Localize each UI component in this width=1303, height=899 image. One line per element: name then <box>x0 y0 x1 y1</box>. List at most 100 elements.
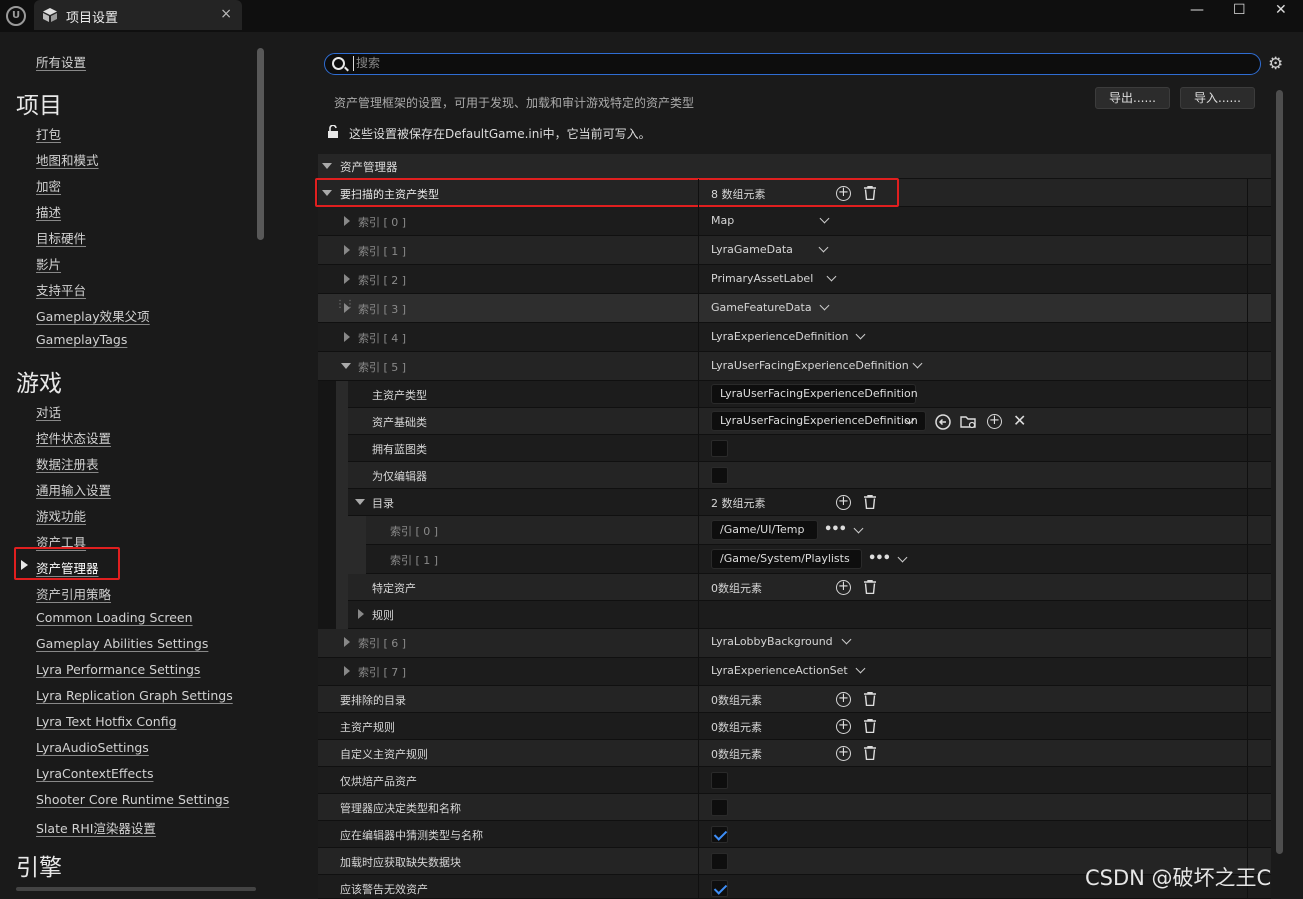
sidebar-item-description[interactable]: 描述 <box>36 202 61 221</box>
expand-arrow-icon[interactable] <box>344 216 350 226</box>
guess-in-editor-checkbox[interactable] <box>711 826 728 843</box>
fetch-missing-checkbox[interactable] <box>711 853 728 870</box>
expand-arrow-icon[interactable] <box>344 274 350 284</box>
sidebar-item-gameplay-abilities[interactable]: Gameplay Abilities Settings <box>36 636 208 651</box>
add-element-icon[interactable]: + <box>836 719 851 734</box>
row-has-blueprint-classes <box>348 435 1271 462</box>
cook-only-checkbox[interactable] <box>711 772 728 789</box>
sidebar-item-lyra-performance[interactable]: Lyra Performance Settings <box>36 662 200 677</box>
section-heading-game: 游戏 <box>16 371 62 397</box>
dir-path-field[interactable]: /Game/UI/Temp <box>711 520 818 540</box>
index-value[interactable]: LyraGameData <box>711 243 793 256</box>
primary-type-field[interactable]: LyraUserFacingExperienceDefinition <box>711 384 918 404</box>
asset-rules-label: 主资产规则 <box>340 721 395 734</box>
maximize-icon[interactable]: ☐ <box>1233 2 1246 18</box>
clear-icon[interactable]: ✕ <box>1013 411 1026 430</box>
sidebar-item-common-input[interactable]: 通用输入设置 <box>36 480 111 499</box>
expand-arrow-icon[interactable] <box>344 303 350 313</box>
sidebar-item-gameplay-tags[interactable]: GameplayTags <box>36 332 127 347</box>
sidebar-item-widget-state[interactable]: 控件状态设置 <box>36 428 111 447</box>
more-options-icon[interactable]: ••• <box>824 522 847 537</box>
sidebar-item-lyra-audio[interactable]: LyraAudioSettings <box>36 740 149 755</box>
row-primary-asset-rules <box>318 713 1271 740</box>
sidebar-item-slate-rhi[interactable]: Slate RHI渲染器设置 <box>36 818 156 837</box>
index-value[interactable]: LyraUserFacingExperienceDefinition <box>711 359 909 372</box>
tab-project-settings[interactable]: 项目设置 × <box>34 0 242 30</box>
index-value[interactable]: LyraLobbyBackground <box>711 635 833 648</box>
expand-arrow-icon[interactable] <box>344 637 350 647</box>
sidebar-item-crypto[interactable]: 加密 <box>36 176 61 195</box>
index-value[interactable]: GameFeatureData <box>711 301 812 314</box>
add-element-icon[interactable]: + <box>836 495 851 510</box>
trash-icon[interactable] <box>864 692 876 706</box>
sidebar-item-lyra-text-hotfix[interactable]: Lyra Text Hotfix Config <box>36 714 177 729</box>
index-value[interactable]: PrimaryAssetLabel <box>711 272 813 285</box>
category-asset-manager[interactable] <box>318 154 1271 179</box>
collapse-arrow-icon[interactable] <box>341 363 351 369</box>
index-value[interactable]: LyraExperienceDefinition <box>711 330 849 343</box>
sidebar-item-movies[interactable]: 影片 <box>36 254 61 273</box>
category-label: 资产管理器 <box>340 160 398 174</box>
has-bp-checkbox[interactable] <box>711 440 728 457</box>
browse-folder-icon[interactable] <box>960 414 978 430</box>
trash-icon[interactable] <box>864 719 876 733</box>
add-element-icon[interactable]: + <box>836 692 851 707</box>
gear-icon[interactable]: ⚙ <box>1268 54 1283 74</box>
expand-arrow-icon[interactable] <box>344 245 350 255</box>
window-close-icon[interactable]: ✕ <box>1275 2 1287 18</box>
sidebar-item-gameplay-effect-parents[interactable]: Gameplay效果父项 <box>36 306 150 325</box>
expand-arrow-icon[interactable] <box>344 332 350 342</box>
sidebar-item-game-features[interactable]: 游戏功能 <box>36 506 86 525</box>
expand-arrow-icon[interactable] <box>358 609 364 619</box>
row-directories <box>348 489 1271 516</box>
row-index-1 <box>318 236 1271 265</box>
sidebar-item-maps-modes[interactable]: 地图和模式 <box>36 150 99 169</box>
sidebar-scrollbar[interactable] <box>257 48 264 240</box>
collapse-arrow-icon[interactable] <box>322 163 332 169</box>
use-selected-icon[interactable] <box>935 414 951 430</box>
tab-close-icon[interactable]: × <box>220 6 232 22</box>
sidebar-item-shooter-core[interactable]: Shooter Core Runtime Settings <box>36 792 229 807</box>
import-button[interactable]: 导入...... <box>1180 87 1255 109</box>
trash-icon[interactable] <box>864 580 876 594</box>
add-element-icon[interactable]: + <box>836 746 851 761</box>
main-scrollbar[interactable] <box>1276 90 1283 854</box>
warn-invalid-checkbox[interactable] <box>711 880 728 897</box>
sidebar-item-data-registry[interactable]: 数据注册表 <box>36 454 99 473</box>
minimize-icon[interactable]: — <box>1190 2 1204 18</box>
sidebar-item-target-hardware[interactable]: 目标硬件 <box>36 228 86 247</box>
add-icon[interactable]: + <box>987 414 1002 429</box>
specific-assets-count: 0数组元素 <box>711 582 762 595</box>
sidebar-item-all-settings[interactable]: 所有设置 <box>36 52 86 71</box>
index-label: 索引 [ 3 ] <box>358 303 407 316</box>
search-input[interactable]: 搜索 <box>324 53 1261 75</box>
export-button[interactable]: 导出...... <box>1095 87 1170 109</box>
sidebar-item-lyra-context-effects[interactable]: LyraContextEffects <box>36 766 153 781</box>
sidebar-item-asset-reference-policy[interactable]: 资产引用策略 <box>36 584 111 603</box>
trash-icon[interactable] <box>864 495 876 509</box>
dir-path-field[interactable]: /Game/System/Playlists <box>711 549 862 569</box>
expand-arrow-icon[interactable] <box>344 666 350 676</box>
sidebar-horizontal-scrollbar[interactable] <box>16 887 256 891</box>
decide-type-checkbox[interactable] <box>711 799 728 816</box>
sidebar-item-packaging[interactable]: 打包 <box>36 124 61 143</box>
unreal-logo-icon: U <box>6 6 26 26</box>
base-class-dropdown[interactable]: LyraUserFacingExperienceDefinition <box>711 411 926 431</box>
warn-invalid-label: 应该警告无效资产 <box>340 883 428 896</box>
trash-icon[interactable] <box>864 746 876 760</box>
row-specific-assets <box>348 574 1271 601</box>
index-value[interactable]: LyraExperienceActionSet <box>711 664 848 677</box>
add-element-icon[interactable]: + <box>836 580 851 595</box>
more-options-icon[interactable]: ••• <box>868 551 891 566</box>
sidebar-item-dialogue[interactable]: 对话 <box>36 402 61 421</box>
exclude-dirs-label: 要排除的目录 <box>340 694 406 707</box>
sidebar-item-common-loading-screen[interactable]: Common Loading Screen <box>36 610 193 625</box>
column-divider[interactable] <box>698 179 699 899</box>
row-cook-only <box>318 767 1271 794</box>
collapse-arrow-icon[interactable] <box>355 499 365 505</box>
sidebar-item-lyra-replication-graph[interactable]: Lyra Replication Graph Settings <box>36 688 233 703</box>
index-value[interactable]: Map <box>711 214 734 227</box>
sidebar-item-supported-platforms[interactable]: 支持平台 <box>36 280 86 299</box>
editor-only-checkbox[interactable] <box>711 467 728 484</box>
custom-rules-count: 0数组元素 <box>711 748 762 761</box>
